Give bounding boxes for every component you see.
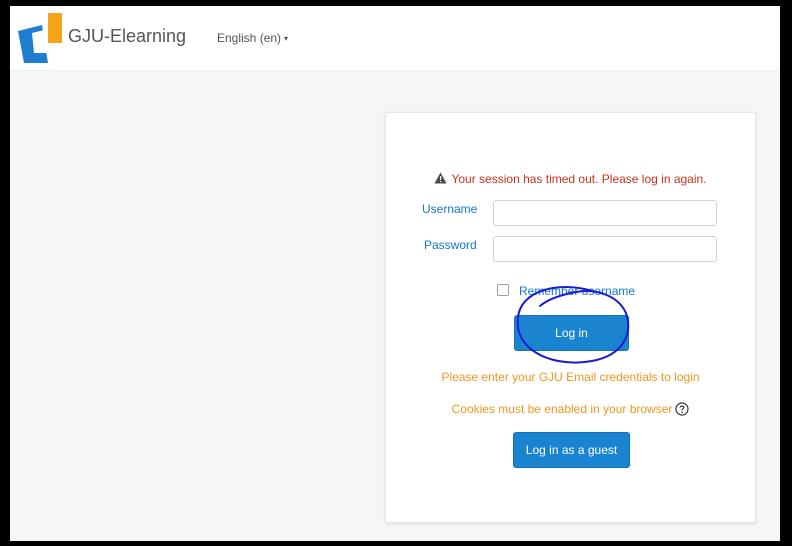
language-label: English (en) <box>217 31 282 45</box>
login-button[interactable]: Log in <box>514 315 629 351</box>
cookies-note: Cookies must be enabled in your browser <box>386 402 755 416</box>
caret-down-icon: ▾ <box>284 34 289 43</box>
remember-username-checkbox[interactable] <box>497 284 509 296</box>
top-navbar: GJU-Elearning English (en) ▾ <box>10 6 780 71</box>
session-error: Your session has timed out. Please log i… <box>386 172 755 186</box>
warning-triangle-icon <box>434 172 447 184</box>
screen-frame-bottom <box>0 541 792 546</box>
site-name[interactable]: GJU-Elearning <box>68 26 186 47</box>
cookies-note-text: Cookies must be enabled in your browser <box>451 402 673 416</box>
password-input[interactable] <box>493 236 717 262</box>
screen-frame-left <box>0 0 10 546</box>
guest-login-button[interactable]: Log in as a guest <box>513 432 630 468</box>
site-logo[interactable] <box>18 13 62 63</box>
password-label: Password <box>424 238 477 252</box>
screen-frame-right <box>780 0 792 546</box>
remember-username[interactable]: Remember username <box>497 284 635 298</box>
email-credentials-note: Please enter your GJU Email credentials … <box>441 370 700 384</box>
language-menu[interactable]: English (en) ▾ <box>217 31 288 45</box>
session-error-text: Your session has timed out. Please log i… <box>451 172 707 186</box>
username-label: Username <box>422 202 478 216</box>
remember-username-label: Remember username <box>519 284 636 298</box>
login-panel: Your session has timed out. Please log i… <box>385 112 756 523</box>
username-input[interactable] <box>493 200 717 226</box>
question-circle-icon[interactable] <box>675 402 689 416</box>
